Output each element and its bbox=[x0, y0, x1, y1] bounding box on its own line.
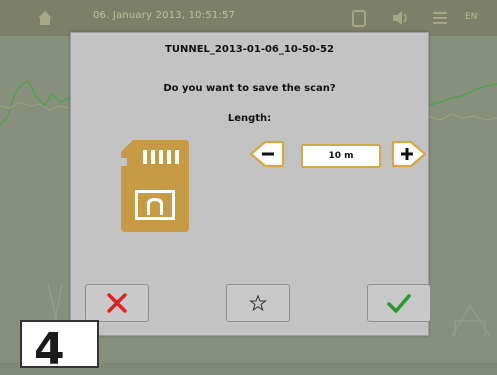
datetime-label: 06. January 2013, 10:51:57 bbox=[93, 10, 236, 21]
checkmark-icon bbox=[387, 294, 411, 313]
decrease-length-button[interactable] bbox=[249, 140, 285, 168]
bottom-background-strip bbox=[70, 334, 427, 363]
cancel-icon bbox=[107, 293, 127, 313]
step-number: 4 bbox=[34, 324, 65, 375]
star-icon bbox=[249, 294, 267, 312]
save-scan-dialog: TUNNEL_2013-01-06_10-50-52 Do you want t… bbox=[70, 32, 431, 336]
sd-card-icon bbox=[121, 140, 189, 232]
confirm-button[interactable] bbox=[367, 284, 431, 322]
increase-length-button[interactable] bbox=[391, 140, 427, 168]
length-value-field[interactable]: 10 m bbox=[301, 144, 381, 168]
battery-icon bbox=[352, 10, 366, 27]
top-status-bar: 06. January 2013, 10:51:57 EN bbox=[0, 0, 497, 36]
minus-icon bbox=[262, 152, 274, 156]
scan-filename-title: TUNNEL_2013-01-06_10-50-52 bbox=[165, 44, 334, 55]
save-question: Do you want to save the scan? bbox=[163, 83, 336, 94]
home-icon[interactable] bbox=[36, 9, 54, 27]
length-label: Length: bbox=[227, 113, 272, 124]
step-number-badge: 4 bbox=[20, 320, 99, 372]
language-label[interactable]: EN bbox=[465, 12, 477, 22]
favorite-button[interactable] bbox=[226, 284, 290, 322]
volume-icon[interactable] bbox=[390, 8, 410, 28]
menu-icon[interactable] bbox=[430, 8, 450, 28]
cancel-button[interactable] bbox=[85, 284, 149, 322]
